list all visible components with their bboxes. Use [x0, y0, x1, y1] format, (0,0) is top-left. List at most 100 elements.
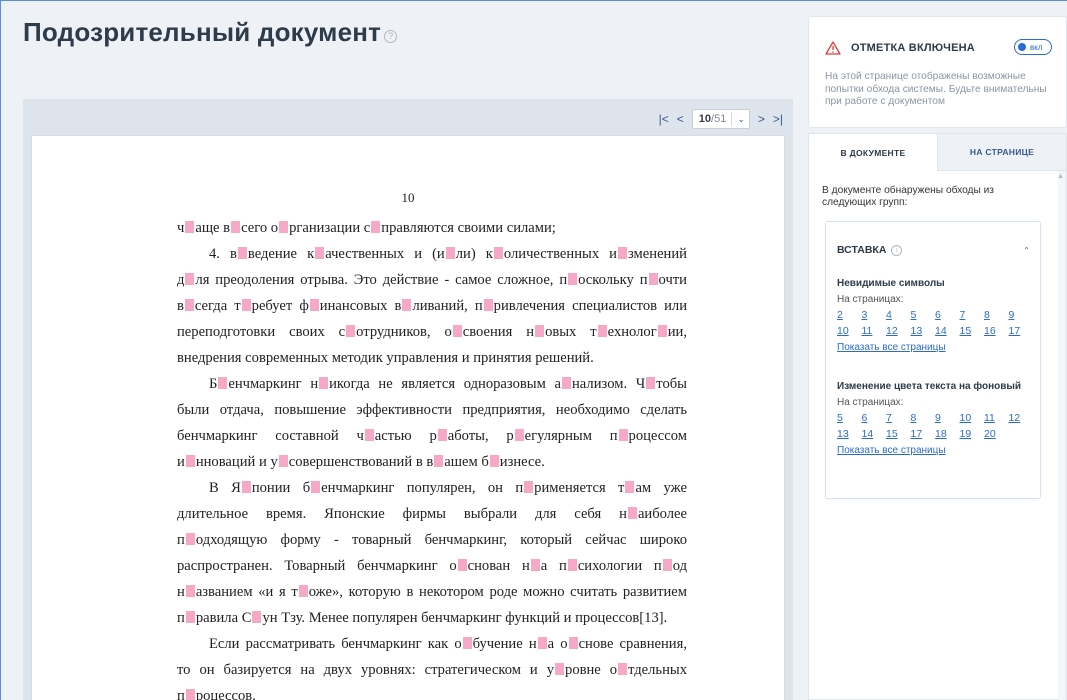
- page-link[interactable]: 7: [886, 412, 911, 424]
- chevron-up-icon[interactable]: ⌃: [1023, 246, 1030, 255]
- bypass-highlight-mark[interactable]: [309, 299, 319, 311]
- page-link[interactable]: 6: [935, 309, 960, 321]
- bypass-highlight-mark[interactable]: [184, 299, 194, 311]
- bypass-highlight-mark[interactable]: [231, 221, 241, 233]
- bypass-highlight-mark[interactable]: [315, 247, 325, 259]
- bypass-highlight-mark[interactable]: [185, 221, 195, 233]
- bypass-highlight-mark[interactable]: [457, 559, 467, 571]
- page-link[interactable]: 17: [1009, 325, 1034, 337]
- show-all-pages-link[interactable]: Показать все страницы: [837, 342, 946, 354]
- page-link[interactable]: 13: [837, 428, 862, 440]
- bypass-highlight-mark[interactable]: [185, 533, 195, 545]
- last-page-button[interactable]: >|: [773, 112, 783, 126]
- question-circle-icon[interactable]: ?: [384, 30, 398, 43]
- bypass-highlight-mark[interactable]: [618, 247, 627, 259]
- bypass-highlight-mark[interactable]: [252, 611, 262, 623]
- tab-on-page[interactable]: НА СТРАНИЦЕ: [938, 134, 1066, 171]
- info-icon[interactable]: i: [891, 244, 903, 256]
- bypass-highlight-mark[interactable]: [311, 481, 321, 493]
- bypass-highlight-mark[interactable]: [648, 273, 658, 285]
- page-link[interactable]: 18: [935, 428, 960, 440]
- page-select[interactable]: 10 /51 ⌄: [691, 109, 750, 129]
- page-link[interactable]: 10: [837, 325, 862, 337]
- bypass-highlight-mark[interactable]: [237, 247, 247, 259]
- bypass-highlight-mark[interactable]: [319, 377, 329, 389]
- next-page-button[interactable]: >: [758, 112, 765, 126]
- bypass-highlight-mark[interactable]: [562, 377, 571, 389]
- show-all-pages-link[interactable]: Показать все страницы: [837, 445, 946, 457]
- page-link[interactable]: 14: [862, 428, 887, 440]
- page-link[interactable]: 9: [1009, 309, 1034, 321]
- bypass-highlight-mark[interactable]: [241, 481, 251, 493]
- page-link[interactable]: 19: [960, 428, 985, 440]
- page-link[interactable]: 12: [1009, 412, 1034, 424]
- page-link[interactable]: 9: [935, 412, 960, 424]
- bypass-highlight-mark[interactable]: [555, 663, 565, 675]
- bypass-highlight-mark[interactable]: [241, 299, 251, 311]
- bypass-highlight-mark[interactable]: [597, 325, 607, 337]
- page-link[interactable]: 20: [984, 428, 1009, 440]
- page-link[interactable]: 14: [935, 325, 960, 337]
- bypass-highlight-mark[interactable]: [298, 585, 308, 597]
- bypass-highlight-mark[interactable]: [493, 247, 503, 259]
- page-link[interactable]: 4: [886, 309, 911, 321]
- page-link[interactable]: 16: [984, 325, 1009, 337]
- bypass-highlight-mark[interactable]: [185, 689, 195, 700]
- bypass-highlight-mark[interactable]: [218, 377, 228, 389]
- page-link[interactable]: 3: [862, 309, 887, 321]
- bypass-highlight-mark[interactable]: [567, 559, 577, 571]
- page-link[interactable]: 7: [960, 309, 985, 321]
- bypass-highlight-mark[interactable]: [627, 507, 637, 519]
- bypass-highlight-mark[interactable]: [364, 429, 374, 441]
- bypass-highlight-mark[interactable]: [514, 429, 524, 441]
- bypass-highlight-mark[interactable]: [524, 481, 534, 493]
- page-link[interactable]: 11: [862, 325, 887, 337]
- prev-page-button[interactable]: <: [677, 112, 684, 126]
- bypass-highlight-mark[interactable]: [618, 429, 628, 441]
- page-link[interactable]: 8: [911, 412, 936, 424]
- page-link[interactable]: 5: [837, 412, 862, 424]
- bypass-highlight-mark[interactable]: [462, 637, 472, 649]
- page-link[interactable]: 6: [862, 412, 887, 424]
- page-link[interactable]: 12: [886, 325, 911, 337]
- bypass-highlight-mark[interactable]: [278, 455, 288, 467]
- bypass-highlight-mark[interactable]: [434, 455, 444, 467]
- scroll-up-arrow-icon[interactable]: ▲: [1057, 173, 1064, 180]
- bypass-highlight-mark[interactable]: [185, 455, 195, 467]
- page-link[interactable]: 13: [911, 325, 936, 337]
- bypass-highlight-mark[interactable]: [402, 299, 412, 311]
- page-link[interactable]: 2: [837, 309, 862, 321]
- bypass-highlight-mark[interactable]: [483, 299, 493, 311]
- bypass-highlight-mark[interactable]: [537, 637, 547, 649]
- tab-in-document[interactable]: В ДОКУМЕНТЕ: [809, 134, 938, 171]
- bypass-highlight-mark[interactable]: [530, 559, 540, 571]
- bypass-highlight-mark[interactable]: [437, 429, 447, 441]
- page-link[interactable]: 8: [984, 309, 1009, 321]
- group-header[interactable]: ВСТАВКА i ⌃: [837, 244, 1030, 256]
- bypass-highlight-mark[interactable]: [452, 325, 462, 337]
- page-link[interactable]: 5: [911, 309, 936, 321]
- bypass-highlight-mark[interactable]: [618, 663, 628, 675]
- bypass-highlight-mark[interactable]: [568, 273, 578, 285]
- bypass-highlight-mark[interactable]: [185, 611, 195, 623]
- panel-scrollbar[interactable]: [1058, 171, 1066, 700]
- bypass-highlight-mark[interactable]: [662, 559, 672, 571]
- bypass-highlight-mark[interactable]: [185, 585, 195, 597]
- bypass-highlight-mark[interactable]: [489, 455, 499, 467]
- bypass-highlight-mark[interactable]: [445, 247, 455, 259]
- bypass-highlight-mark[interactable]: [646, 377, 656, 389]
- first-page-button[interactable]: |<: [659, 112, 669, 126]
- bypass-highlight-mark[interactable]: [568, 637, 578, 649]
- bypass-highlight-mark[interactable]: [535, 325, 545, 337]
- page-link[interactable]: 11: [984, 412, 1009, 424]
- page-link[interactable]: 15: [886, 428, 911, 440]
- page-link[interactable]: 10: [960, 412, 985, 424]
- bypass-highlight-mark[interactable]: [185, 273, 195, 285]
- bypass-highlight-mark[interactable]: [279, 221, 289, 233]
- bypass-highlight-mark[interactable]: [625, 481, 635, 493]
- page-link[interactable]: 17: [911, 428, 936, 440]
- marking-toggle[interactable]: вкл: [1014, 39, 1052, 55]
- bypass-highlight-mark[interactable]: [657, 325, 667, 337]
- bypass-highlight-mark[interactable]: [346, 325, 356, 337]
- bypass-highlight-mark[interactable]: [371, 221, 381, 233]
